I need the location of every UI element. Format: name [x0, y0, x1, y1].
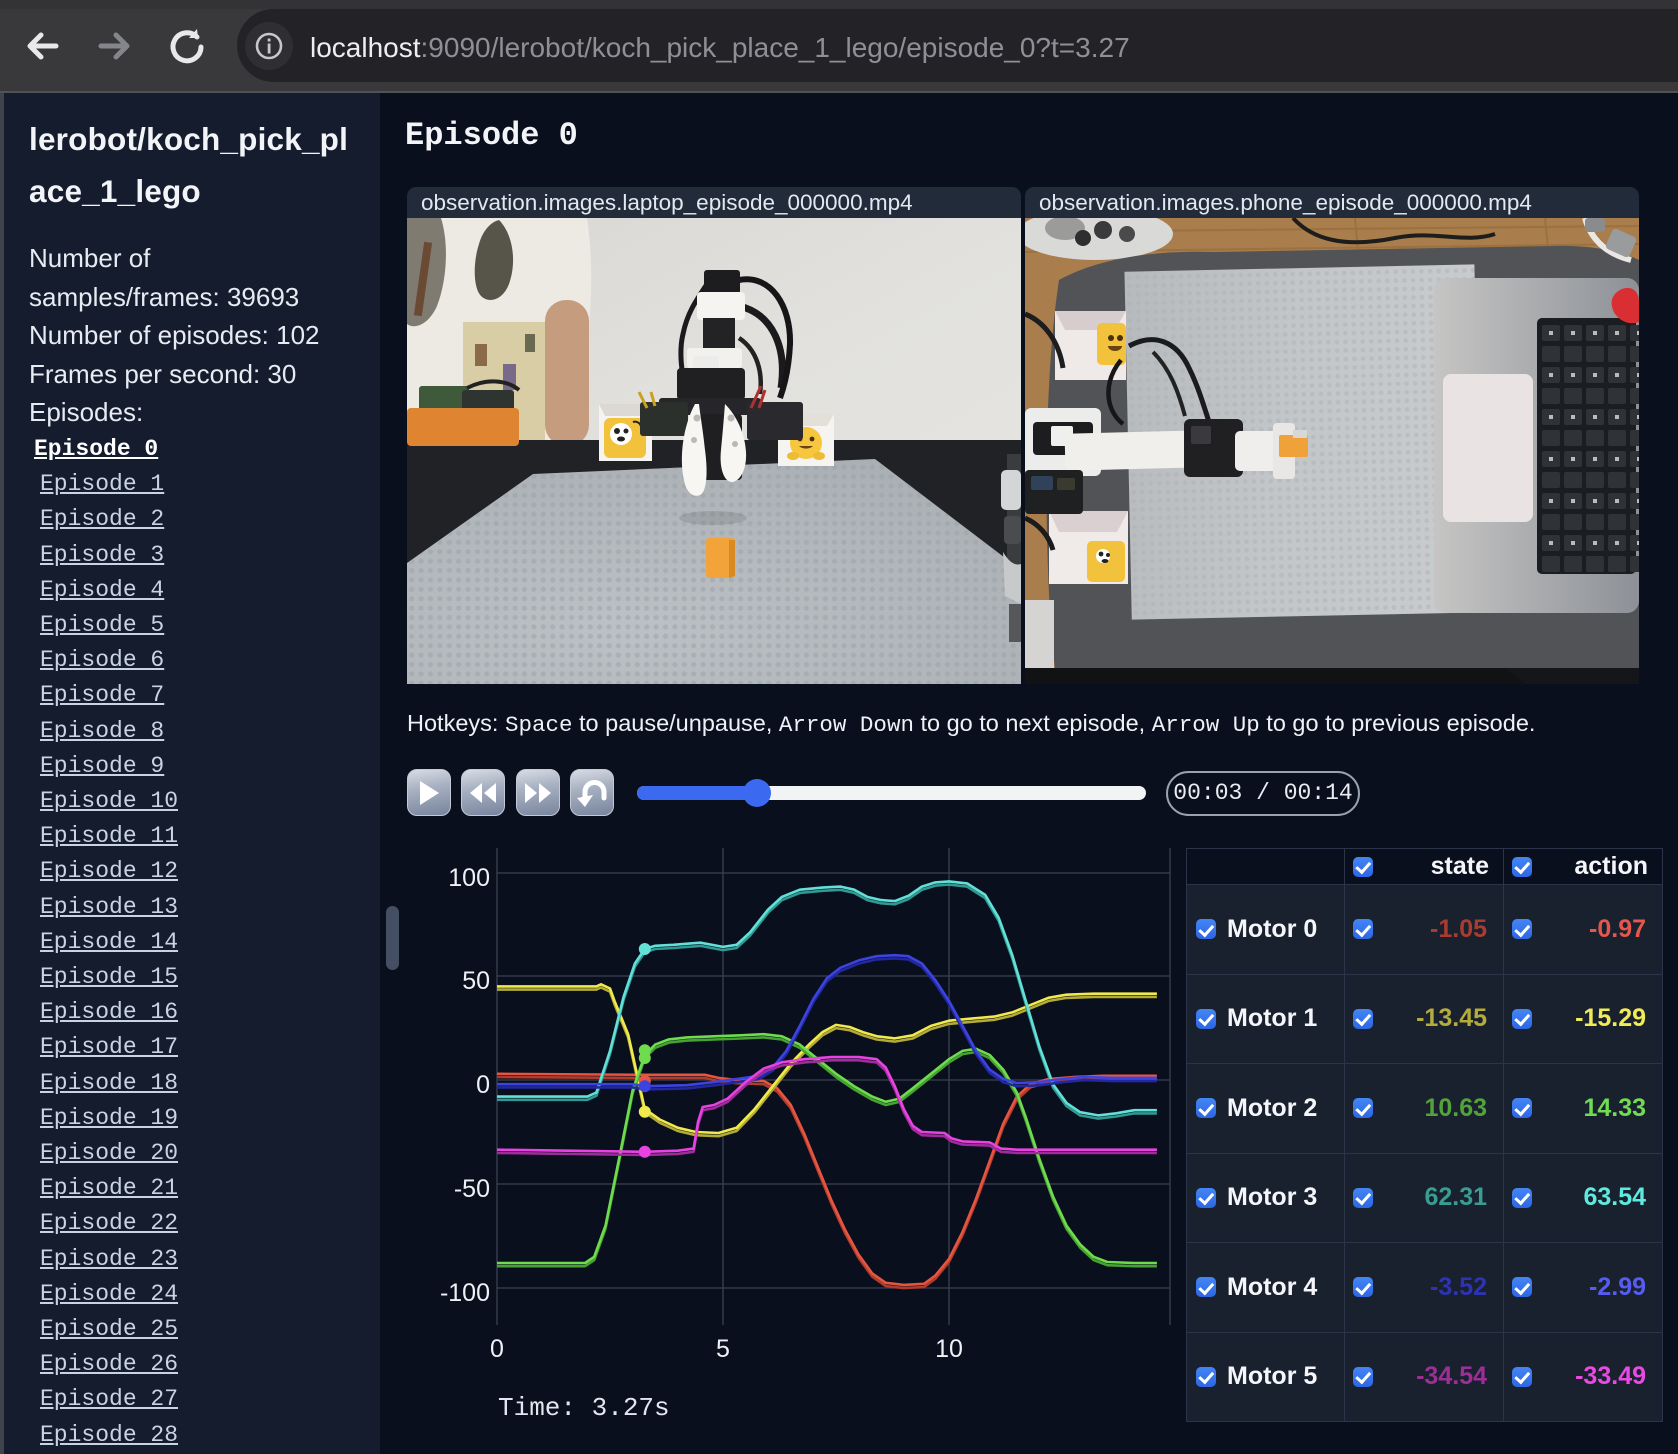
- svg-text:0: 0: [490, 1335, 504, 1363]
- svg-text:5: 5: [716, 1335, 730, 1363]
- svg-text:50: 50: [462, 967, 490, 995]
- svg-text:-50: -50: [454, 1175, 490, 1203]
- svg-text:10: 10: [935, 1335, 963, 1363]
- svg-text:0: 0: [476, 1071, 490, 1099]
- svg-text:-100: -100: [440, 1279, 490, 1307]
- svg-text:100: 100: [448, 864, 490, 892]
- svg-text:Time: 3.27s: Time: 3.27s: [498, 1393, 670, 1423]
